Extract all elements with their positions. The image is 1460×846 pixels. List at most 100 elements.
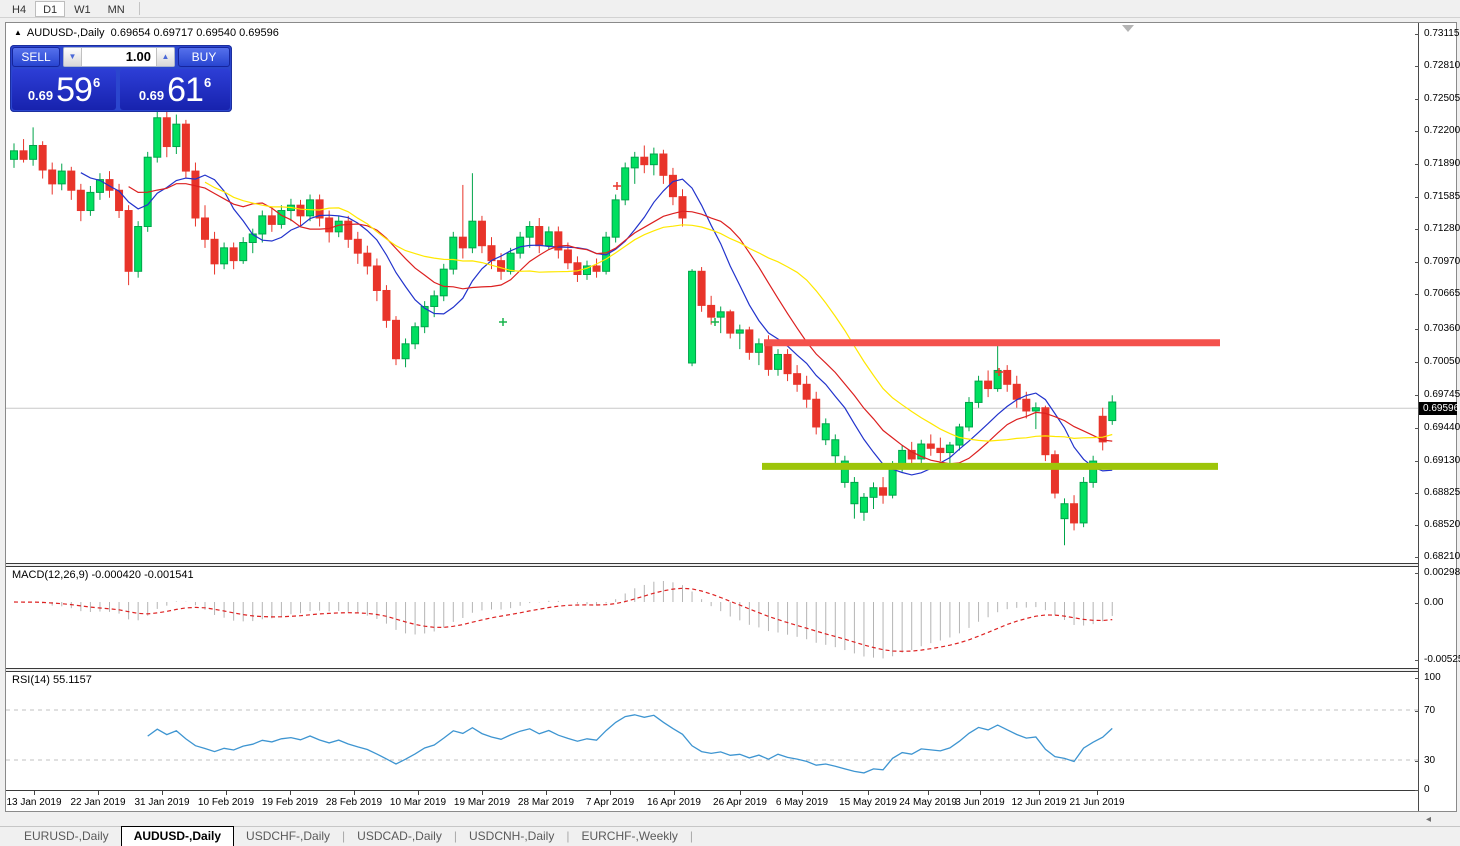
price-axis-label: 0.72200 (1424, 125, 1460, 136)
date-axis-label[interactable]: 10 Feb 2019 (198, 797, 254, 808)
date-axis-label[interactable]: 22 Jan 2019 (70, 797, 125, 808)
buy-price-pipette: 6 (204, 75, 211, 90)
date-axis-label[interactable]: 28 Feb 2019 (326, 797, 382, 808)
timeframe-button-h4[interactable]: H4 (4, 1, 34, 17)
sell-price-display[interactable]: 0.69596 (12, 69, 116, 110)
axis-tick (1415, 428, 1419, 429)
axis-tick (1415, 66, 1419, 67)
date-tick (740, 791, 741, 795)
price-axis-label: 0.68210 (1424, 551, 1460, 562)
axis-tick (1415, 525, 1419, 526)
chart-tab-bar: EURUSD-,DailyAUDUSD-,DailyUSDCHF-,Daily |… (0, 826, 1460, 846)
price-axis-label: 0.70360 (1424, 323, 1460, 334)
collapse-arrow-icon[interactable]: ▲ (14, 28, 22, 37)
chart-tab-eurchf[interactable]: EURCHF-,Weekly (569, 827, 689, 846)
tab-separator: | (690, 829, 693, 846)
date-tick (674, 791, 675, 795)
macd-chart-canvas[interactable] (6, 567, 1418, 668)
axis-tick (1415, 395, 1419, 396)
volume-decrease-button[interactable]: ▼ (64, 48, 81, 66)
scroll-to-end-marker[interactable] (1122, 25, 1134, 32)
date-tick (354, 791, 355, 795)
chart-plot-area[interactable]: ▲ AUDUSD-,Daily 0.69654 0.69717 0.69540 0… (6, 23, 1418, 811)
buy-button[interactable]: BUY (178, 47, 230, 67)
ohlc-values: 0.69654 0.69717 0.69540 0.69596 (111, 27, 279, 39)
chart-tab-audusd[interactable]: AUDUSD-,Daily (121, 826, 234, 846)
price-axis-label: 0.71585 (1424, 191, 1460, 202)
date-axis-label[interactable]: 15 May 2019 (839, 797, 897, 808)
macd-axis-label: 0.002984 (1424, 567, 1460, 578)
timeframe-button-w1[interactable]: W1 (66, 1, 99, 17)
date-axis-label[interactable]: 19 Feb 2019 (262, 797, 318, 808)
date-axis-label[interactable]: 19 Mar 2019 (454, 797, 510, 808)
axis-tick (1415, 329, 1419, 330)
date-tick (482, 791, 483, 795)
buy-price-display[interactable]: 0.69616 (120, 69, 230, 110)
price-axis-label: 0.69745 (1424, 389, 1460, 400)
axis-tick (1415, 362, 1419, 363)
axis-tick (1415, 262, 1419, 263)
symbol-period-label: AUDUSD-,Daily (27, 27, 105, 39)
price-axis-label: 0.71890 (1424, 158, 1460, 169)
chart-window: ▲ AUDUSD-,Daily 0.69654 0.69717 0.69540 0… (5, 22, 1457, 812)
chart-tab-usdcad[interactable]: USDCAD-,Daily (345, 827, 454, 846)
volume-input[interactable]: 1.00 (81, 48, 157, 66)
volume-stepper: ▼ 1.00 ▲ (63, 47, 175, 67)
axis-tick (1415, 197, 1419, 198)
date-axis-label[interactable]: 28 Mar 2019 (518, 797, 574, 808)
axis-tick (1415, 761, 1419, 762)
axis-tick (1415, 557, 1419, 558)
price-axis-label: 0.72505 (1424, 93, 1460, 104)
date-tick (610, 791, 611, 795)
date-axis-label[interactable]: 7 Apr 2019 (586, 797, 634, 808)
rsi-indicator-label: RSI(14) 55.1157 (12, 674, 92, 686)
date-axis-label[interactable]: 3 Jun 2019 (955, 797, 1005, 808)
axis-tick (1415, 229, 1419, 230)
axis-tick (1415, 131, 1419, 132)
buy-price-big: 61 (167, 73, 203, 107)
axis-tick (1415, 461, 1419, 462)
pane-separator[interactable] (6, 563, 1456, 567)
axis-tick (1415, 660, 1419, 661)
date-tick (98, 791, 99, 795)
date-axis-label[interactable]: 6 May 2019 (776, 797, 828, 808)
date-axis-label[interactable]: 13 Jan 2019 (6, 797, 61, 808)
rsi-chart-canvas[interactable] (6, 672, 1418, 790)
date-tick (162, 791, 163, 795)
axis-tick (1415, 164, 1419, 165)
date-tick (546, 791, 547, 795)
axis-tick (1415, 790, 1419, 791)
chart-tab-usdchf[interactable]: USDCHF-,Daily (234, 827, 342, 846)
price-axis-label: 0.69130 (1424, 455, 1460, 466)
date-axis-label[interactable]: 12 Jun 2019 (1011, 797, 1066, 808)
date-tick (928, 791, 929, 795)
price-axis-label: 0.70970 (1424, 256, 1460, 267)
sell-price-pipette: 6 (93, 75, 100, 90)
toolbar-separator (139, 2, 140, 15)
price-axis-label: 0.70665 (1424, 288, 1460, 299)
chart-tab-usdcnh[interactable]: USDCNH-,Daily (457, 827, 566, 846)
pane-separator[interactable] (6, 668, 1456, 672)
date-axis-label[interactable]: 31 Jan 2019 (134, 797, 189, 808)
sell-button[interactable]: SELL (12, 47, 60, 67)
timeframe-button-mn[interactable]: MN (100, 1, 133, 17)
volume-increase-button[interactable]: ▲ (157, 48, 174, 66)
date-tick (868, 791, 869, 795)
price-axis-label: 0.71280 (1424, 223, 1460, 234)
axis-tick (1415, 573, 1419, 574)
date-axis-label[interactable]: 10 Mar 2019 (390, 797, 446, 808)
price-axis-label: 0.68520 (1424, 519, 1460, 530)
date-axis-label[interactable]: 16 Apr 2019 (647, 797, 701, 808)
price-axis-label: 0.73115 (1424, 28, 1459, 39)
timeframe-button-d1[interactable]: D1 (35, 1, 65, 17)
date-axis-label[interactable]: 26 Apr 2019 (713, 797, 767, 808)
price-axis-label: 0.72810 (1424, 60, 1460, 71)
one-click-trade-panel: SELL ▼ 1.00 ▲ BUY 0.69596 0.69616 (10, 45, 232, 112)
date-tick (980, 791, 981, 795)
chart-tab-eurusd[interactable]: EURUSD-,Daily (12, 827, 121, 846)
rsi-axis-label: 30 (1424, 755, 1435, 766)
date-axis-label[interactable]: 24 May 2019 (899, 797, 957, 808)
date-axis-label[interactable]: 21 Jun 2019 (1069, 797, 1124, 808)
date-tick (802, 791, 803, 795)
date-tick (226, 791, 227, 795)
